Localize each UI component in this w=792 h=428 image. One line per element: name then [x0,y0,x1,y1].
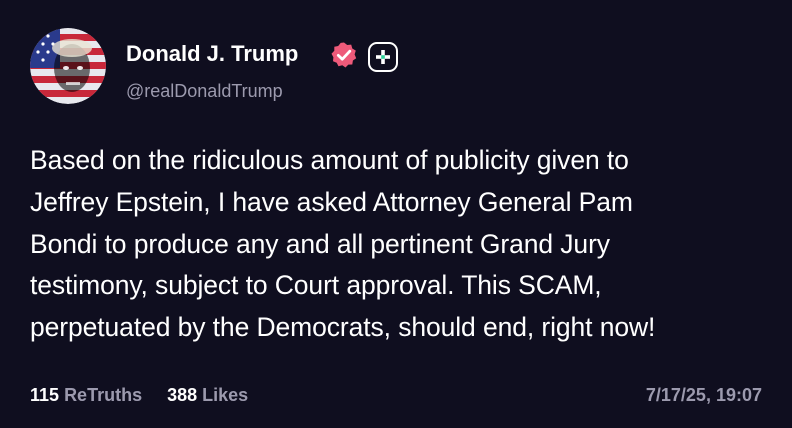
retruths-count: 115 [30,385,60,405]
post-body: Based on the ridiculous amount of public… [30,140,760,349]
post-line: Jeffrey Epstein, I have asked Attorney G… [30,186,633,217]
author-name[interactable]: Donald J. Trump [126,40,298,68]
likes-count: 388 [167,385,198,405]
post-timestamp[interactable]: 7/17/25, 19:07 [646,383,762,407]
post-line: Bondi to produce any and all pertinent G… [30,228,610,259]
plus-badge-icon[interactable] [368,42,398,72]
retruths-label: ReTruths [64,385,143,405]
likes-stat[interactable]: 388 Likes [167,383,248,407]
profile-avatar[interactable] [30,28,106,104]
post-card: Donald J. Trump @realDonaldTrump Based o… [0,0,792,428]
verified-badge-icon [331,42,357,68]
post-line: testimony, subject to Court approval. Th… [30,270,602,301]
likes-label: Likes [202,385,249,405]
post-stats: 115 ReTruths 388 Likes [30,383,268,407]
post-line: Based on the ridiculous amount of public… [30,145,629,175]
retruths-stat[interactable]: 115 ReTruths [30,383,142,407]
post-line: perpetuated by the Democrats, should end… [30,312,656,343]
author-handle[interactable]: @realDonaldTrump [126,79,283,103]
plus-icon [376,50,390,64]
